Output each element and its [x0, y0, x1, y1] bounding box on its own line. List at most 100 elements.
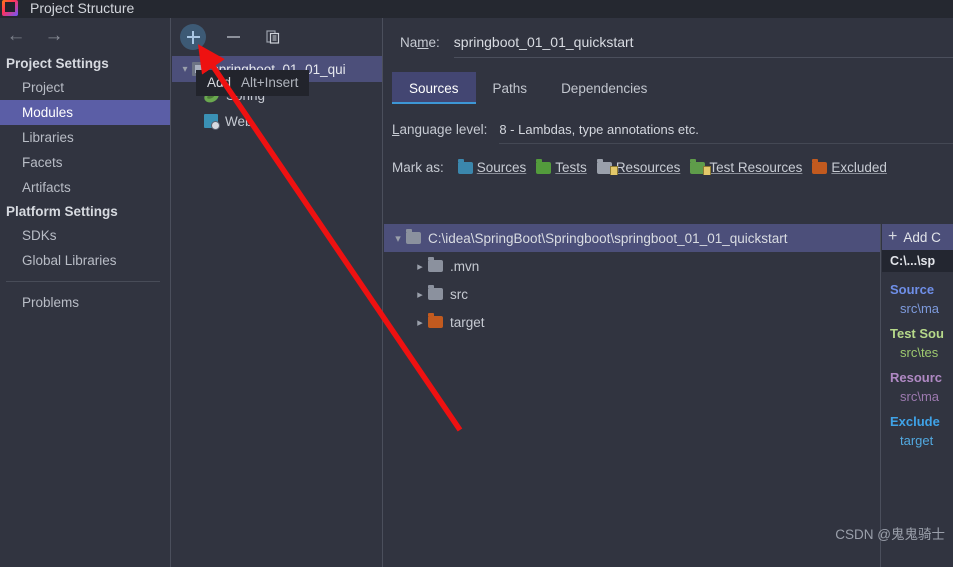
add-content-root-label: Add C — [903, 229, 941, 245]
module-name-label: Name: — [400, 35, 440, 50]
excluded-folders-group: Exclude target — [882, 404, 953, 448]
module-facet-web[interactable]: Web — [172, 108, 382, 134]
excluded-folders-path[interactable]: target — [890, 429, 953, 448]
sidebar-item-project[interactable]: Project — [0, 75, 170, 100]
tab-dependencies[interactable]: Dependencies — [544, 72, 664, 104]
language-level-label: Language level: — [392, 122, 487, 137]
resource-folders-title: Resourc — [890, 370, 943, 385]
sidebar-item-sdks[interactable]: SDKs — [0, 223, 170, 248]
sidebar-nav-arrows: ← → — [0, 18, 170, 52]
language-level-label-rest: anguage level: — [399, 122, 488, 137]
tab-sources[interactable]: Sources — [392, 72, 476, 104]
resource-folders-path[interactable]: src\ma — [890, 385, 953, 404]
content-root-path-chip: C:\...\sp — [882, 250, 953, 272]
content-tree-row-mvn-label: .mvn — [450, 258, 480, 274]
arrow-right-icon[interactable]: → — [42, 23, 66, 47]
plus-icon-vertical — [192, 30, 194, 44]
mark-as-test-resources[interactable]: Test Resources — [690, 158, 803, 175]
content-tree-row-src[interactable]: ▸ src — [384, 280, 880, 308]
settings-sidebar: ← → Project Settings Project Modules Lib… — [0, 18, 171, 567]
sidebar-divider — [6, 281, 160, 282]
intellij-logo-icon — [2, 0, 18, 16]
chevron-right-icon[interactable]: ▸ — [412, 316, 428, 329]
module-facet-web-label: Web — [225, 113, 253, 129]
chevron-right-icon[interactable]: ▸ — [412, 288, 428, 301]
sidebar-group-platform-settings: Platform Settings — [6, 204, 118, 219]
content-root-path: C:\idea\SpringBoot\Springboot\springboot… — [428, 230, 788, 246]
csdn-watermark: CSDN @鬼鬼骑士 — [835, 527, 945, 542]
mark-as-sources-label: Sources — [476, 160, 527, 175]
project-structure-dialog: Project Structure ← → Project Settings P… — [0, 0, 953, 567]
resources-lines-badge-icon — [609, 165, 618, 175]
content-tree-row-target-label: target — [450, 314, 485, 330]
test-resources-lines-badge-icon — [703, 165, 712, 175]
sidebar-item-artifacts[interactable]: Artifacts — [0, 175, 170, 200]
test-resources-folder-icon — [690, 158, 712, 175]
tests-folder-icon — [536, 158, 552, 174]
add-content-root-button[interactable]: + Add C — [882, 224, 953, 250]
web-icon — [204, 114, 220, 130]
mark-as-row: Mark as: Sources Tests Resources Test Re… — [384, 144, 953, 175]
mark-as-resources[interactable]: Resources — [596, 158, 681, 175]
modules-toolbar — [172, 18, 382, 56]
tab-paths[interactable]: Paths — [476, 72, 545, 104]
folder-icon — [428, 285, 443, 300]
content-roots-area: ▾ C:\idea\SpringBoot\Springboot\springbo… — [384, 224, 953, 567]
add-button-tooltip: Add Alt+Insert — [196, 70, 310, 96]
test-source-folders-title: Test Sou — [890, 326, 944, 341]
source-folders-path[interactable]: src\ma — [890, 297, 953, 316]
resources-folder-icon — [596, 158, 618, 175]
mark-as-excluded-label: Excluded — [831, 160, 887, 175]
mark-as-sources[interactable]: Sources — [457, 158, 527, 175]
module-detail-panel: Name: springboot_01_01_quickstart Source… — [384, 18, 953, 567]
mark-as-resources-label: Resources — [615, 160, 681, 175]
remove-module-button[interactable] — [220, 24, 246, 50]
content-tree-row-mvn[interactable]: ▸ .mvn — [384, 252, 880, 280]
test-source-folders-group: Test Sou src\tes — [882, 316, 953, 360]
module-detail-tabs: Sources Paths Dependencies — [392, 72, 953, 104]
sidebar-item-problems[interactable]: Problems — [0, 290, 170, 315]
sidebar-item-global-libraries[interactable]: Global Libraries — [0, 248, 170, 273]
window-title: Project Structure — [30, 0, 135, 16]
tooltip-label: Add — [207, 75, 232, 90]
mark-as-label: Mark as: — [392, 160, 444, 175]
modules-list-panel: ▾ springboot_01_01_qui Spring Web — [172, 18, 383, 567]
sidebar-item-modules[interactable]: Modules — [0, 100, 170, 125]
tooltip-shortcut: Alt+Insert — [241, 75, 299, 90]
source-folders-group: Source src\ma — [882, 272, 953, 316]
add-module-button[interactable] — [180, 24, 206, 50]
sources-folder-icon — [457, 158, 473, 174]
language-level-select[interactable]: 8 - Lambdas, type annotations etc. — [499, 122, 953, 144]
module-name-row: Name: springboot_01_01_quickstart — [384, 18, 953, 58]
minus-icon — [226, 36, 240, 38]
content-root-row[interactable]: ▾ C:\idea\SpringBoot\Springboot\springbo… — [384, 224, 880, 252]
mark-as-tests[interactable]: Tests — [536, 158, 587, 175]
content-tree-row-src-label: src — [450, 286, 468, 302]
mark-as-excluded[interactable]: Excluded — [812, 158, 887, 175]
arrow-left-icon[interactable]: ← — [4, 23, 28, 47]
chevron-right-icon[interactable]: ▸ — [412, 260, 428, 273]
plus-icon: + — [888, 228, 898, 245]
sidebar-item-libraries[interactable]: Libraries — [0, 125, 170, 150]
language-level-row: Language level: 8 - Lambdas, type annota… — [384, 104, 953, 144]
window-titlebar: Project Structure — [0, 0, 953, 18]
language-level-mnemonic: L — [392, 122, 400, 137]
mark-as-test-resources-label: Test Resources — [709, 160, 803, 175]
name-label-mnemonic: m — [417, 35, 429, 50]
sidebar-group-project-settings: Project Settings — [6, 56, 109, 71]
content-tree-row-target[interactable]: ▸ target — [384, 308, 880, 336]
folder-icon — [428, 257, 443, 272]
excluded-folder-icon — [812, 158, 828, 174]
chevron-down-icon[interactable]: ▾ — [178, 64, 192, 75]
source-folders-title: Source — [890, 282, 935, 297]
copy-module-button[interactable] — [260, 24, 286, 50]
excluded-folders-title: Exclude — [890, 414, 940, 429]
sidebar-item-facets[interactable]: Facets — [0, 150, 170, 175]
copy-icon — [266, 30, 280, 44]
folder-icon — [406, 229, 421, 244]
chevron-down-icon[interactable]: ▾ — [390, 232, 406, 245]
test-source-folders-path[interactable]: src\tes — [890, 341, 953, 360]
module-name-input[interactable]: springboot_01_01_quickstart — [453, 34, 953, 58]
mark-as-tests-label: Tests — [555, 160, 587, 175]
resource-folders-group: Resourc src\ma — [882, 360, 953, 404]
